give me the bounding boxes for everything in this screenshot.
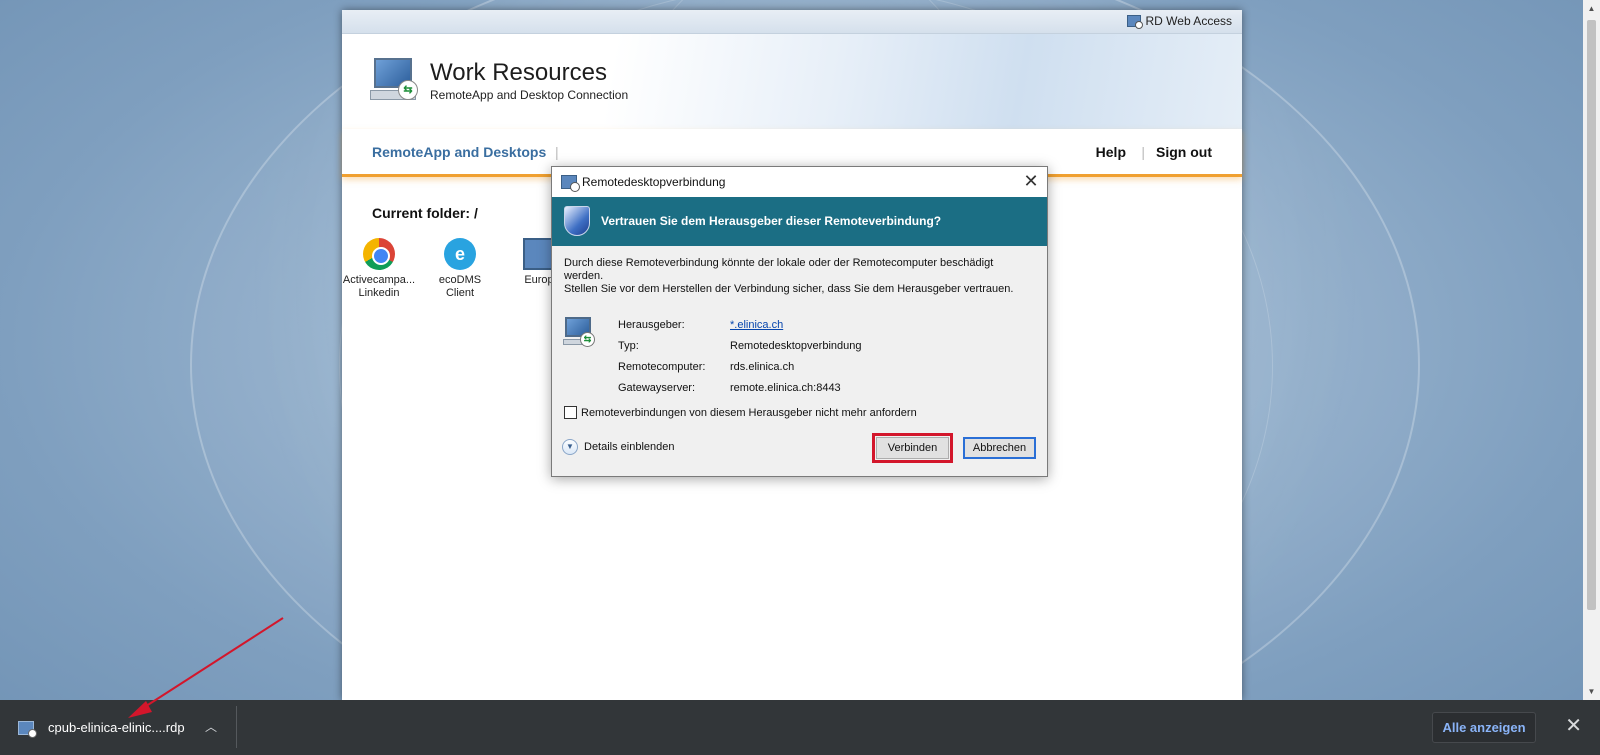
info-key: Herausgeber: [618,319,685,331]
close-icon[interactable]: ✕ [1565,714,1582,738]
rdp-file-icon [18,720,37,738]
info-key: Typ: [618,340,639,352]
info-key: Remotecomputer: [618,361,706,373]
download-bar: cpub-elinica-elinic....rdp ︿ Alle anzeig… [0,700,1600,755]
app-name: Linkedin [358,287,400,299]
rd-web-access-icon [1126,15,1143,29]
current-folder-label: Current folder: [372,205,470,221]
chevron-down-icon[interactable]: ▼ [562,439,578,455]
dont-ask-again-checkbox[interactable] [564,406,577,419]
nav-remoteapp-desktops[interactable]: RemoteApp and Desktops [372,144,546,160]
ecodms-icon: e [444,238,476,270]
download-bar-divider [236,706,237,748]
dialog-question: Vertrauen Sie dem Herausgeber dieser Rem… [601,214,942,228]
scroll-up-icon[interactable]: ▲ [1583,0,1600,17]
dialog-header: Vertrauen Sie dem Herausgeber dieser Rem… [552,197,1047,246]
dont-ask-again-label[interactable]: Remoteverbindungen von diesem Herausgebe… [581,407,917,419]
remote-desktop-icon: ⇆ [563,317,597,349]
current-folder-path: / [474,205,478,221]
nav-separator: | [1141,144,1145,160]
publisher-link[interactable]: *.elinica.ch [730,319,970,331]
dont-ask-again-option[interactable]: Remoteverbindungen von diesem Herausgebe… [564,406,917,419]
dialog-body: Durch diese Remoteverbindung könnte der … [552,246,1047,411]
work-resources-banner: ⇆ Work Resources RemoteApp and Desktop C… [342,34,1242,129]
current-folder: Current folder: / [372,205,478,221]
info-value: rds.elinica.ch [730,361,795,373]
scroll-down-icon[interactable]: ▼ [1583,683,1600,700]
connection-info: ⇆ Herausgeber: *.elinica.ch Typ: Remoted… [563,315,1035,411]
cancel-button[interactable]: Abbrechen [963,437,1036,459]
download-file-name[interactable]: cpub-elinica-elinic....rdp [48,720,185,735]
app-name: Activecampa... [342,274,416,286]
shield-icon [564,206,590,236]
info-value: remote.elinica.ch:8443 [730,382,841,394]
dialog-message-line: Durch diese Remoteverbindung könnte der … [564,257,994,282]
chrome-icon [363,238,395,270]
dialog-titlebar[interactable]: Remotedesktopverbindung ✕ [552,167,1047,197]
panel-topbar: RD Web Access [342,10,1242,34]
app-name: ecoDMS [438,274,482,286]
app-name: Client [445,287,475,299]
show-all-downloads-button[interactable]: Alle anzeigen [1432,712,1536,743]
work-resources-icon: ⇆ [370,56,420,104]
scrollbar-thumb[interactable] [1587,20,1596,610]
show-details-label[interactable]: Details einblenden [584,441,675,453]
dialog-message-line: Stellen Sie vor dem Herstellen der Verbi… [564,283,1014,295]
dialog-message: Durch diese Remoteverbindung könnte der … [564,257,1035,296]
banner-subtitle: RemoteApp and Desktop Connection [430,88,629,102]
chevron-up-icon[interactable]: ︿ [205,718,217,735]
close-icon[interactable]: ✕ [1015,167,1047,197]
remote-desktop-icon [561,175,580,192]
app-tile-activecampaign[interactable]: Activecampa... Linkedin [339,238,419,300]
show-details-toggle[interactable]: ▼ Details einblenden [562,439,675,455]
rd-web-access-text: RD Web Access [1145,14,1232,28]
info-value: Remotedesktopverbindung [730,340,862,352]
banner-title: Work Resources [430,59,607,86]
page-scrollbar[interactable]: ▲ ▼ [1583,0,1600,700]
nav-signout-link[interactable]: Sign out [1156,144,1212,160]
app-tile-ecodms[interactable]: e ecoDMS Client [420,238,500,300]
download-item[interactable]: cpub-elinica-elinic....rdp [18,700,185,755]
nav-separator: | [555,144,559,160]
connect-button[interactable]: Verbinden [876,437,949,459]
rd-web-access-label: RD Web Access [1126,14,1232,29]
rdp-trust-dialog: Remotedesktopverbindung ✕ Vertrauen Sie … [551,166,1048,477]
dialog-title: Remotedesktopverbindung [582,175,726,189]
nav-help-link[interactable]: Help [1096,144,1126,160]
info-key: Gatewayserver: [618,382,696,394]
